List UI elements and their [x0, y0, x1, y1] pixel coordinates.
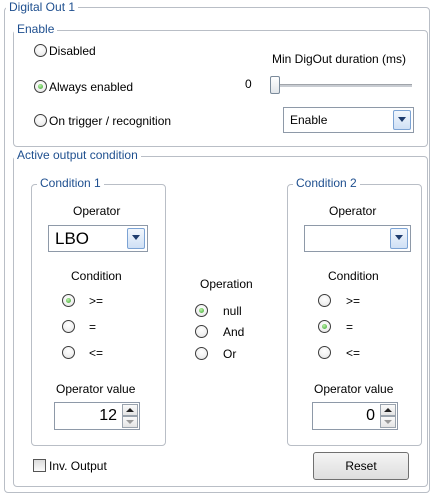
active-output-title: Active output condition	[14, 149, 141, 162]
condition1-eq-label: =	[89, 320, 97, 334]
condition1-condition-label: Condition	[71, 269, 122, 283]
operation-radio-or[interactable]	[195, 347, 208, 360]
radio-always-enabled[interactable]	[34, 80, 47, 93]
condition2-operator-label: Operator	[329, 204, 377, 218]
condition2-lte-label: <=	[346, 346, 361, 360]
spin-up-icon[interactable]	[122, 404, 138, 416]
chevron-down-icon[interactable]	[390, 228, 408, 249]
reset-button[interactable]: Reset	[313, 452, 409, 480]
condition2-value-stepper[interactable]: 0	[312, 402, 398, 430]
condition2-value: 0	[366, 407, 375, 424]
condition2-radio-lte[interactable]	[318, 346, 331, 359]
min-duration-value: 0	[245, 77, 252, 91]
condition1-operator-value: LBO	[55, 228, 90, 248]
min-duration-label: Min DigOut duration (ms)	[272, 52, 407, 66]
condition1-radio-eq[interactable]	[62, 320, 75, 333]
radio-on-trigger[interactable]	[34, 114, 47, 127]
radio-on-trigger-label: On trigger / recognition	[49, 114, 172, 128]
condition2-gte-label: >=	[346, 294, 361, 308]
inv-output-label: Inv. Output	[49, 459, 107, 473]
condition2-radio-eq[interactable]	[318, 320, 331, 333]
radio-disabled[interactable]	[34, 44, 47, 57]
min-duration-slider[interactable]	[268, 76, 414, 96]
condition1-gte-label: >=	[89, 294, 104, 308]
spin-down-icon[interactable]	[380, 416, 396, 428]
condition1-operator-select[interactable]: LBO	[48, 225, 148, 252]
operation-label: Operation	[200, 277, 253, 291]
enable-title: Enable	[14, 23, 58, 36]
operation-and-label: And	[223, 325, 245, 339]
slider-thumb[interactable]	[270, 76, 280, 94]
condition2-radio-gte[interactable]	[318, 294, 331, 307]
trigger-mode-value: Enable	[290, 113, 328, 127]
condition1-value-stepper[interactable]: 12	[54, 402, 140, 430]
operation-null-label: null	[223, 304, 242, 318]
condition2-title: Condition 2	[293, 177, 360, 190]
condition2-eq-label: =	[346, 320, 354, 334]
condition1-value-label: Operator value	[56, 382, 136, 396]
condition1-value: 12	[99, 407, 117, 424]
operation-or-label: Or	[223, 347, 237, 361]
condition2-condition-label: Condition	[328, 269, 379, 283]
inv-output-checkbox[interactable]	[33, 459, 46, 472]
condition1-operator-label: Operator	[73, 204, 121, 218]
radio-disabled-label: Disabled	[49, 44, 96, 58]
digital-out-title: Digital Out 1	[6, 1, 79, 14]
operation-radio-null[interactable]	[195, 304, 208, 317]
condition1-radio-lte[interactable]	[62, 346, 75, 359]
chevron-down-icon[interactable]	[393, 110, 411, 130]
operation-radio-and[interactable]	[195, 325, 208, 338]
chevron-down-icon[interactable]	[127, 228, 145, 249]
condition2-value-label: Operator value	[314, 382, 394, 396]
radio-always-enabled-label: Always enabled	[49, 80, 134, 94]
condition2-operator-select[interactable]	[304, 225, 411, 252]
spin-up-icon[interactable]	[380, 404, 396, 416]
condition1-radio-gte[interactable]	[62, 294, 75, 307]
spin-down-icon[interactable]	[122, 416, 138, 428]
condition1-title: Condition 1	[37, 177, 104, 190]
condition1-lte-label: <=	[89, 346, 104, 360]
slider-track	[276, 84, 412, 87]
trigger-mode-select[interactable]: Enable	[283, 107, 414, 133]
